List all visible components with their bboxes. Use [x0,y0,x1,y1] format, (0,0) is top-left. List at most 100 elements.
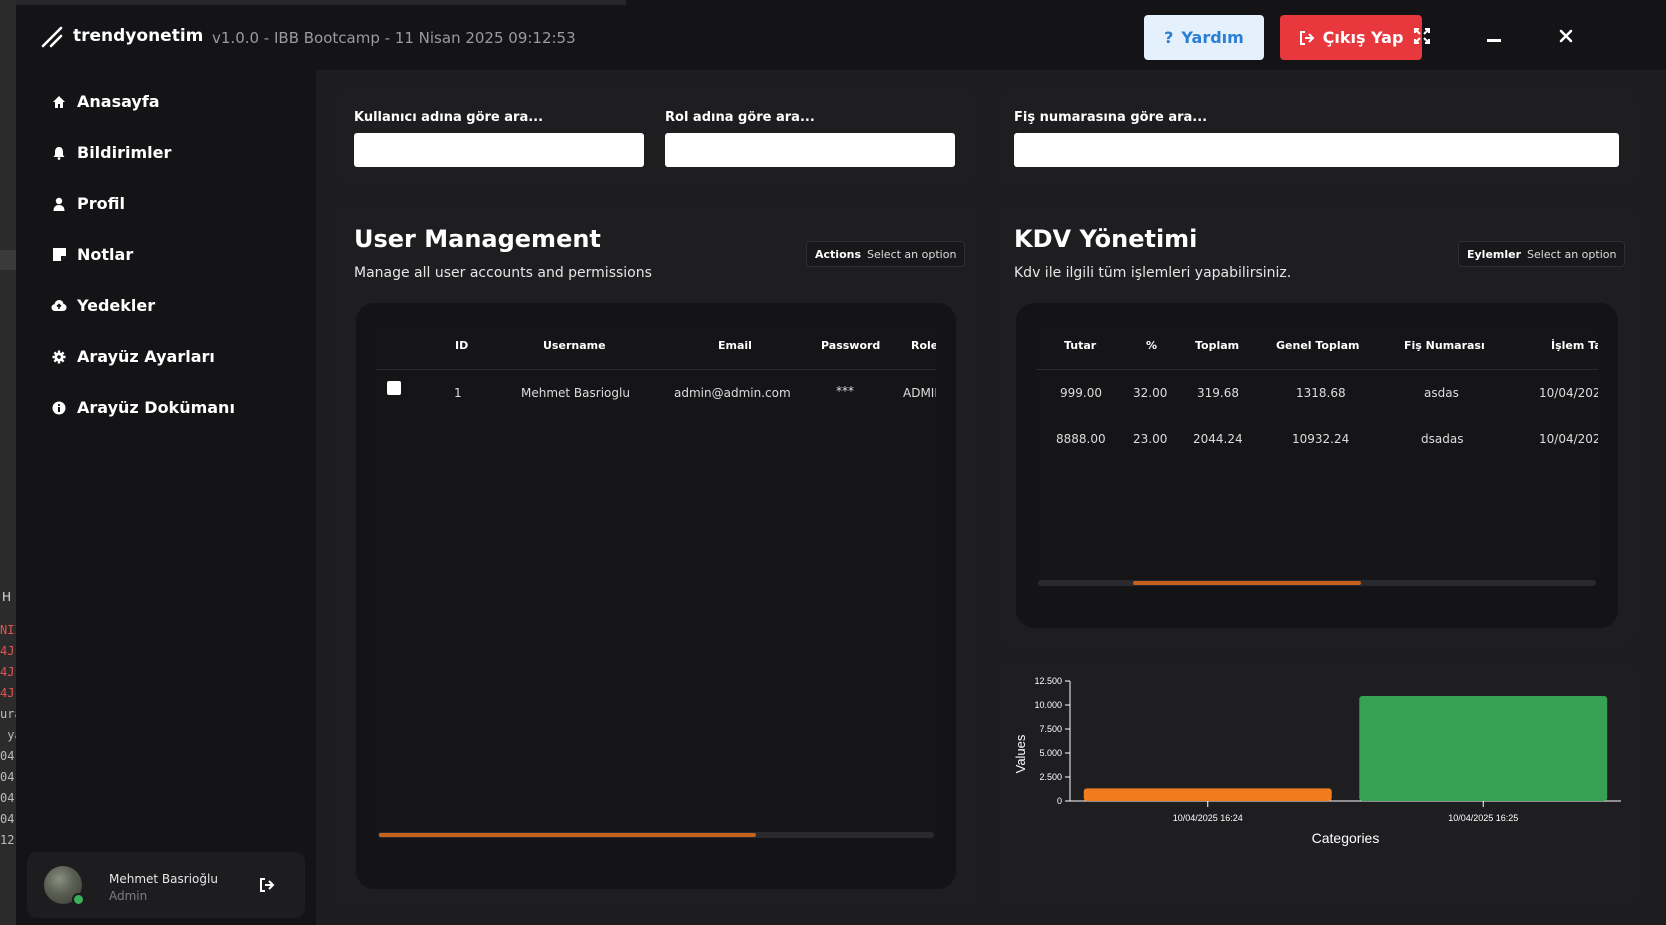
cell-toplam: 2044.24 [1193,432,1243,446]
role-search-label: Rol adına göre ara... [665,110,815,125]
cell-islem-tarihi: 10/04/2025 [1539,432,1598,446]
page-title: User Management [354,225,601,253]
close-icon [1559,29,1573,43]
y-axis-label: Values [1013,734,1028,773]
column-header-role[interactable]: Role [911,339,936,352]
help-button[interactable]: ? Yardım [1144,15,1264,60]
horizontal-scrollbar[interactable] [1038,580,1596,586]
minimize-button[interactable] [1482,24,1506,48]
sidebar-item-profil[interactable]: Profil [51,194,125,213]
username-search-input[interactable] [354,133,644,167]
column-header-email[interactable]: Email [718,339,752,352]
logout-button[interactable]: Çıkış Yap [1280,15,1422,60]
user-table-container: ID Username Email Password Role 1 Mehmet… [356,303,956,889]
y-tick-label: 0 [1057,796,1062,806]
actions-select[interactable]: Actions Select an option [806,241,966,267]
online-status-dot [72,893,85,906]
user-table: ID Username Email Password Role 1 Mehmet… [376,323,936,843]
column-header-id[interactable]: ID [455,339,468,352]
cell-role: ADMIN [903,386,936,400]
sidebar-item-label: Notlar [77,245,134,264]
chart-bar [1359,696,1608,801]
background-code-line: ya [7,728,16,742]
x-tick-label: 10/04/2025 16:25 [1448,813,1518,823]
note-icon [51,247,67,263]
actions-placeholder: Select an option [867,247,957,261]
background-code-line: 4J [0,644,15,658]
column-header-islem-tarihi[interactable]: İşlem Tarihi [1551,339,1598,352]
brand-name: trendyonetim [73,26,204,46]
cell-tutar: 8888.00 [1056,432,1106,446]
scrollbar-thumb[interactable] [1133,581,1361,585]
y-tick-label: 12.500 [1034,676,1062,686]
column-header-genel-toplam[interactable]: Genel Toplam [1276,339,1360,352]
background-code-line: 12 [0,833,15,847]
background-code-line: 04 [0,770,15,784]
y-tick-label: 5.000 [1039,748,1062,758]
sidebar-item-anasayfa[interactable]: Anasayfa [51,92,160,111]
cell-id: 1 [454,386,462,400]
role-search-input[interactable] [665,133,955,167]
sidebar-item-arayuz-ayarlari[interactable]: Arayüz Ayarları [51,347,215,366]
column-header-fis-numarasi[interactable]: Fiş Numarası [1404,339,1485,352]
question-icon: ? [1164,28,1174,47]
version-info: v1.0.0 - IBB Bootcamp - 11 Nisan 2025 09… [212,29,576,47]
cell-email: admin@admin.com [674,386,791,400]
receipt-search-input[interactable] [1014,133,1619,167]
kdv-title: KDV Yönetimi [1014,225,1198,253]
background-code-line: NII [0,623,16,637]
kdv-actions-label: Eylemler [1467,247,1522,261]
background-code-line: ura [0,707,16,721]
kdv-panel: KDV Yönetimi Kdv ile ilgili tüm işlemler… [996,203,1638,646]
cell-fis-numarasi: asdas [1424,386,1459,400]
background-code-line: 4J [0,686,15,700]
user-card: Mehmet Basrioğlu Admin [27,852,305,918]
kdv-actions-select[interactable]: Eylemler Select an option [1458,241,1626,267]
background-window: H NII 4J 4J 4J ura ya 04 04 04 04 12 [0,0,16,925]
sidebar-item-notlar[interactable]: Notlar [51,245,133,264]
header-divider [1036,369,1598,370]
chart-bar [1083,788,1332,801]
close-button[interactable] [1554,24,1578,48]
cell-islem-tarihi: 10/04/2025 [1539,386,1598,400]
title-bar-strip [16,0,626,5]
scrollbar-thumb[interactable] [379,833,756,837]
sidebar-item-label: Arayüz Dokümanı [77,398,235,417]
cell-oran: 32.00 [1133,386,1168,400]
x-tick-label: 10/04/2025 16:24 [1173,813,1243,823]
background-code: NII 4J 4J 4J ura ya 04 04 04 04 12 [0,620,16,851]
info-icon [51,400,67,416]
kdv-chart-panel: 0 2.500 5.000 7.500 10.000 12.500 10/04/2025 1… [996,662,1638,909]
minimize-icon [1487,39,1501,42]
column-header-toplam[interactable]: Toplam [1195,339,1239,352]
row-checkbox[interactable] [387,381,401,395]
kdv-subtitle: Kdv ile ilgili tüm işlemleri yapabilirsi… [1014,265,1292,281]
kdv-bar-chart: 0 2.500 5.000 7.500 10.000 12.500 10/04/2025 1… [1013,676,1621,846]
horizontal-scrollbar[interactable] [378,832,934,838]
bell-icon [51,145,67,161]
sidebar: Anasayfa Bildirimler Profil Notlar Yedek… [16,70,316,925]
sidebar-item-bildirimler[interactable]: Bildirimler [51,143,171,162]
column-header-password[interactable]: Password [821,339,880,352]
column-header-username[interactable]: Username [543,339,606,352]
username-search-label: Kullanıcı adına göre ara... [354,110,544,125]
background-code-line: 04 [0,812,15,826]
x-axis-label: Categories [1312,830,1380,846]
background-code-line: 04 [0,749,15,763]
cell-genel-toplam: 10932.24 [1292,432,1350,446]
sidebar-item-label: Anasayfa [77,92,160,111]
sidebar-item-yedekler[interactable]: Yedekler [51,296,155,315]
y-tick-label: 2.500 [1039,772,1062,782]
sign-out-icon[interactable] [259,877,275,893]
kdv-actions-placeholder: Select an option [1527,247,1617,261]
column-header-tutar[interactable]: Tutar [1064,339,1096,352]
column-header-oran[interactable]: % [1146,339,1157,352]
cell-tutar: 999.00 [1060,386,1102,400]
sidebar-item-arayuz-dokumani[interactable]: Arayüz Dokümanı [51,398,235,417]
fullscreen-button[interactable] [1410,24,1434,48]
cloud-upload-icon [51,298,67,314]
cell-password: *** [836,384,854,398]
receipt-search-label: Fiş numarasına göre ara... [1014,110,1208,125]
expand-icon [1414,28,1430,44]
y-tick-label: 7.500 [1039,724,1062,734]
